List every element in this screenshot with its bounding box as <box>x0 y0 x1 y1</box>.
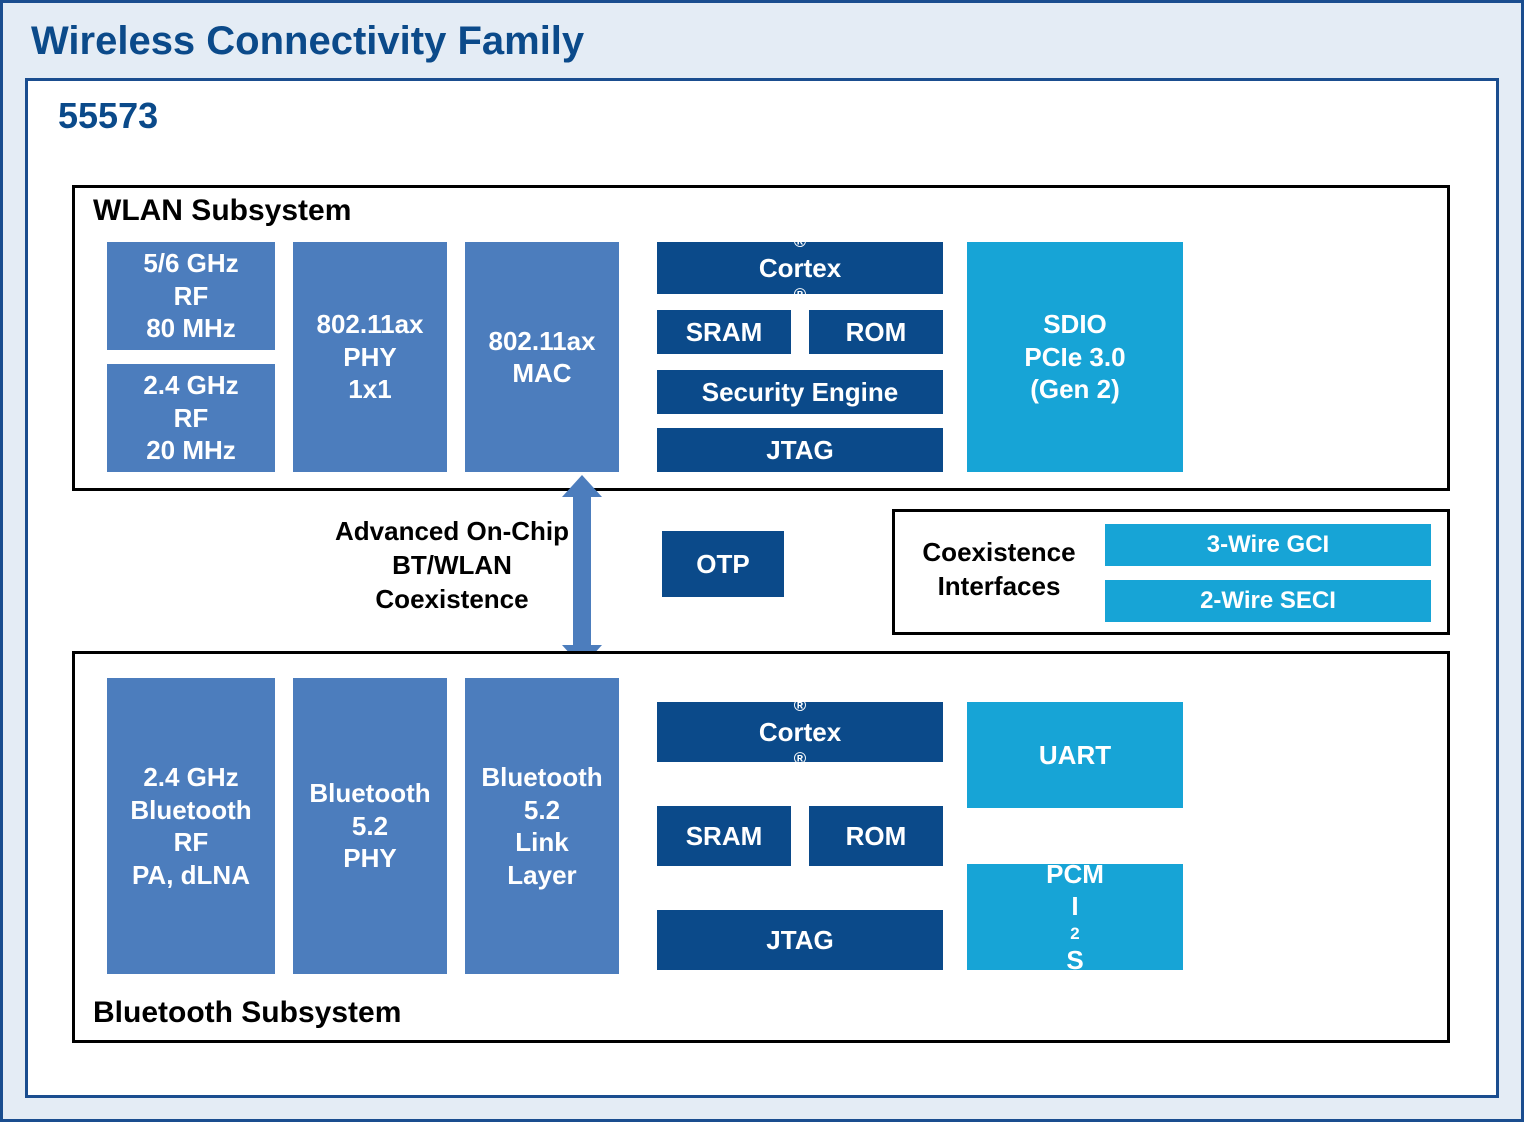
bt-pcm-i2s: PCMI2S <box>965 862 1185 972</box>
bt-rf: 2.4 GHzBluetoothRFPA, dLNA <box>105 676 277 976</box>
wlan-rf-24ghz: 2.4 GHzRF20 MHz <box>105 362 277 474</box>
mid-row: Advanced On-ChipBT/WLANCoexistence OTP C… <box>72 509 1450 633</box>
coexistence-interfaces-label: CoexistenceInterfaces <box>909 536 1089 604</box>
otp-block: OTP <box>660 529 786 599</box>
gci-block: 3-Wire GCI <box>1103 522 1433 568</box>
wlan-jtag: JTAG <box>655 426 945 474</box>
wlan-title: WLAN Subsystem <box>93 194 351 228</box>
wlan-rf-56ghz: 5/6 GHzRF80 MHz <box>105 240 277 352</box>
wlan-mac: 802.11axMAC <box>463 240 621 474</box>
bt-cpu: Arm® Cortex® M33 <box>655 700 945 764</box>
coexistence-interfaces-box: CoexistenceInterfaces 3-Wire GCI 2-Wire … <box>892 509 1450 635</box>
wlan-host-interface: SDIOPCIe 3.0(Gen 2) <box>965 240 1185 474</box>
wlan-rom: ROM <box>807 308 945 356</box>
wlan-cpu: Arm® Cortex® R4 <box>655 240 945 296</box>
chip-frame: 55573 WLAN Subsystem 5/6 GHzRF80 MHz 2.4… <box>25 78 1499 1098</box>
bt-phy: Bluetooth5.2PHY <box>291 676 449 976</box>
coexistence-arrow-icon <box>573 495 591 647</box>
bluetooth-subsystem: Bluetooth Subsystem 2.4 GHzBluetoothRFPA… <box>72 651 1450 1043</box>
bt-uart: UART <box>965 700 1185 810</box>
bt-jtag: JTAG <box>655 908 945 972</box>
bluetooth-title: Bluetooth Subsystem <box>93 996 401 1030</box>
family-title: Wireless Connectivity Family <box>31 19 1499 64</box>
bt-link-layer: Bluetooth5.2LinkLayer <box>463 676 621 976</box>
chip-id: 55573 <box>58 95 1470 137</box>
wlan-subsystem: WLAN Subsystem 5/6 GHzRF80 MHz 2.4 GHzRF… <box>72 185 1450 491</box>
seci-block: 2-Wire SECI <box>1103 578 1433 624</box>
bt-sram: SRAM <box>655 804 793 868</box>
wlan-phy: 802.11axPHY1x1 <box>291 240 449 474</box>
onchip-coexistence-label: Advanced On-ChipBT/WLANCoexistence <box>322 515 582 616</box>
bt-rom: ROM <box>807 804 945 868</box>
wlan-security-engine: Security Engine <box>655 368 945 416</box>
wlan-sram: SRAM <box>655 308 793 356</box>
family-frame: Wireless Connectivity Family 55573 WLAN … <box>0 0 1524 1122</box>
